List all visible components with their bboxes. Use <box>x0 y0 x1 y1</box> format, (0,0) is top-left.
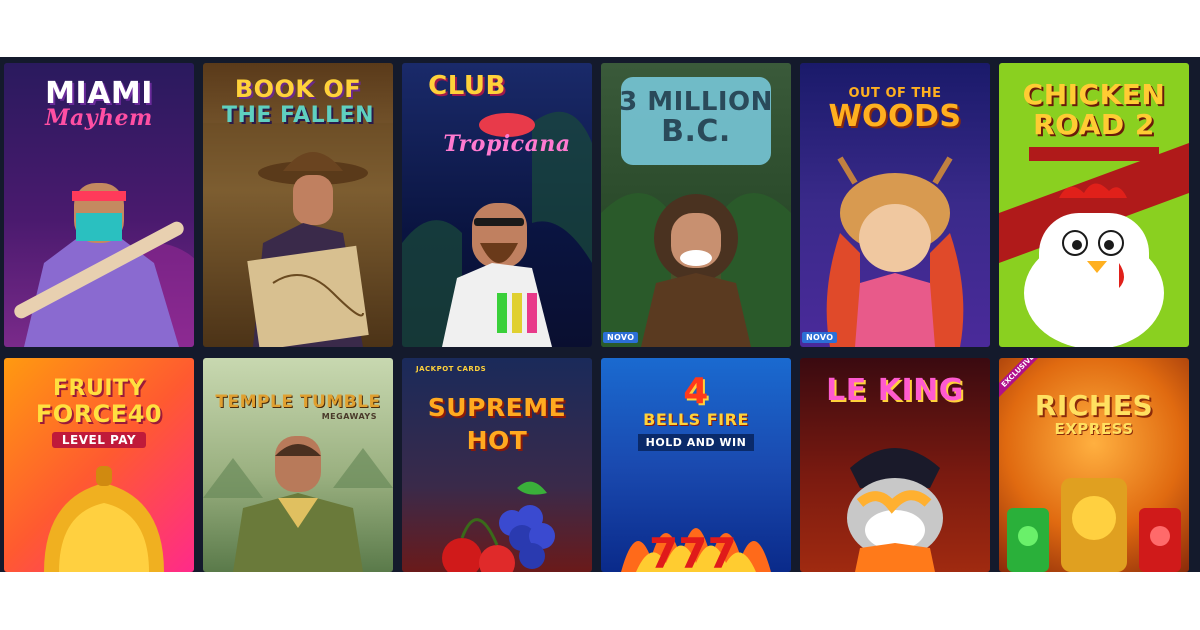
game-title: BOOK OF THE FALLEN <box>221 75 375 128</box>
game-tile-supreme-hot[interactable]: JACKPOT CARDS SUPREME HOT <box>402 358 592 572</box>
game-tile-4-bells-fire[interactable]: 777 4 BELLS FIRE HOLD AND WIN <box>601 358 791 572</box>
game-title: RICHES EXPRESS <box>1034 389 1154 438</box>
game-title: TEMPLE TUMBLE MEGAWAYS <box>215 392 381 421</box>
game-tile-fruity-force-40[interactable]: FRUITY FORCE40 LEVEL PAY <box>4 358 194 572</box>
game-title: FRUITY FORCE40 LEVEL PAY <box>35 376 163 448</box>
new-badge: NOVO <box>603 332 639 343</box>
game-tile-riches-express[interactable]: RICHES EXPRESS EXCLUSIVE <box>999 358 1189 572</box>
game-title: CHICKEN ROAD 2 <box>1022 78 1166 141</box>
game-tile-3-million-bc[interactable]: 3 MILLION B.C. NOVO <box>601 63 791 347</box>
temple-artwork <box>203 436 393 572</box>
game-tile-temple-tumble[interactable]: TEMPLE TUMBLE MEGAWAYS <box>203 358 393 572</box>
game-title: CLUB Tropicana <box>428 71 571 157</box>
game-grid: MIAMI Mayhem BOOK OF THE FALLEN CLUB Tro… <box>4 63 1196 572</box>
game-tile-miami-mayhem[interactable]: MIAMI Mayhem <box>4 63 194 347</box>
game-tile-le-king[interactable]: LE KING <box>800 358 990 572</box>
game-tile-chicken-road-2[interactable]: CHICKEN ROAD 2 <box>999 63 1189 347</box>
new-badge: NOVO <box>802 332 838 343</box>
svg-text:777: 777 <box>649 529 737 572</box>
game-tile-club-tropicana[interactable]: CLUB Tropicana <box>402 63 592 347</box>
game-grid-panel: MIAMI Mayhem BOOK OF THE FALLEN CLUB Tro… <box>0 57 1200 572</box>
game-title: JACKPOT CARDS SUPREME HOT <box>416 365 567 455</box>
game-title: 4 BELLS FIRE HOLD AND WIN <box>601 374 791 451</box>
game-tile-book-of-the-fallen[interactable]: BOOK OF THE FALLEN <box>203 63 393 347</box>
game-tile-out-of-the-woods[interactable]: OUT OF THE WOODS NOVO <box>800 63 990 347</box>
game-title: MIAMI Mayhem <box>45 76 153 131</box>
game-title: LE KING <box>826 373 964 408</box>
game-title: 3 MILLION B.C. <box>619 87 773 149</box>
game-title: OUT OF THE WOODS <box>828 86 962 134</box>
